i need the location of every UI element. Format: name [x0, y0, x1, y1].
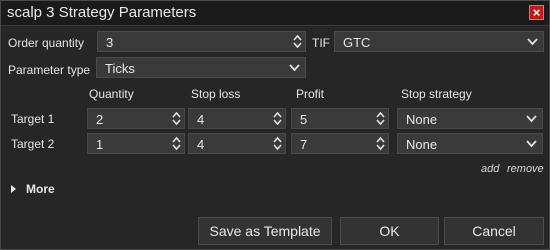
- target-1-quantity-value: 2: [96, 112, 104, 127]
- add-target-link[interactable]: add: [481, 163, 499, 175]
- target-1-quantity-stepper[interactable]: 2: [87, 108, 185, 129]
- target-2-stop-loss-stepper[interactable]: 4: [188, 133, 286, 154]
- target-1-stop-loss-stepper[interactable]: 4: [188, 108, 286, 129]
- chevron-down-icon: [289, 63, 300, 72]
- target-2-label: Target 2: [11, 137, 55, 151]
- remove-target-link[interactable]: remove: [507, 163, 544, 175]
- target-1-stop-strategy-value: None: [406, 112, 438, 127]
- parameter-type-value: Ticks: [105, 61, 135, 76]
- chevron-down-icon: [527, 37, 538, 46]
- close-icon[interactable]: ×: [529, 5, 544, 20]
- target-2-stop-strategy-select[interactable]: None: [397, 133, 543, 154]
- target-2-quantity-value: 1: [96, 137, 104, 152]
- chevron-down-icon: [526, 139, 537, 148]
- header-profit: Profit: [296, 87, 325, 101]
- cancel-button[interactable]: Cancel: [444, 217, 544, 245]
- spin-arrows-icon[interactable]: [376, 136, 385, 151]
- target-2-profit-value: 7: [300, 137, 308, 152]
- strategy-parameters-dialog: scalp 3 Strategy Parameters × Order quan…: [0, 0, 550, 250]
- ok-button[interactable]: OK: [340, 217, 439, 245]
- title-bar[interactable]: scalp 3 Strategy Parameters ×: [1, 1, 549, 26]
- tif-label: TIF: [312, 36, 330, 50]
- target-1-profit-value: 5: [300, 112, 308, 127]
- spin-arrows-icon[interactable]: [172, 136, 181, 151]
- target-2-profit-stepper[interactable]: 7: [291, 133, 389, 154]
- spin-arrows-icon[interactable]: [273, 111, 282, 126]
- spin-arrows-icon[interactable]: [172, 111, 181, 126]
- more-label: More: [26, 182, 55, 196]
- target-1-label: Target 1: [11, 112, 55, 126]
- tif-select[interactable]: GTC: [334, 31, 544, 52]
- header-quantity: Quantity: [89, 87, 134, 101]
- header-stop-loss: Stop loss: [191, 87, 241, 101]
- order-quantity-value: 3: [106, 35, 114, 50]
- expand-arrow-icon: [11, 185, 16, 193]
- spin-arrows-icon[interactable]: [273, 136, 282, 151]
- target-1-stop-loss-value: 4: [197, 112, 205, 127]
- header-stop-strategy: Stop strategy: [401, 87, 472, 101]
- spin-arrows-icon[interactable]: [293, 34, 302, 49]
- save-as-template-button[interactable]: Save as Template: [198, 217, 332, 245]
- window-title: scalp 3 Strategy Parameters: [7, 4, 197, 21]
- chevron-down-icon: [526, 114, 537, 123]
- parameter-type-label: Parameter type: [8, 63, 91, 77]
- parameter-type-select[interactable]: Ticks: [96, 57, 306, 78]
- order-quantity-stepper[interactable]: 3: [97, 31, 306, 52]
- target-2-quantity-stepper[interactable]: 1: [87, 133, 185, 154]
- target-1-profit-stepper[interactable]: 5: [291, 108, 389, 129]
- order-quantity-label: Order quantity: [8, 36, 85, 50]
- target-2-stop-loss-value: 4: [197, 137, 205, 152]
- tif-value: GTC: [343, 35, 371, 50]
- target-2-stop-strategy-value: None: [406, 137, 438, 152]
- target-1-stop-strategy-select[interactable]: None: [397, 108, 543, 129]
- spin-arrows-icon[interactable]: [376, 111, 385, 126]
- more-expander[interactable]: More: [11, 182, 55, 196]
